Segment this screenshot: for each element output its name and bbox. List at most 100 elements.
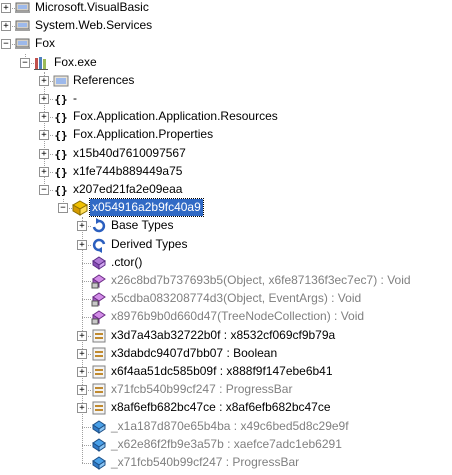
tree-node-label[interactable]: x26c8bd7b737693b5(Object, x6fe87136f3ec7… <box>109 272 413 289</box>
expand-toggle[interactable]: + <box>77 239 87 250</box>
tree-connector-line <box>82 281 91 282</box>
property-icon <box>91 382 107 398</box>
tree-connector-line <box>82 444 91 446</box>
tree-connector-line <box>82 262 91 264</box>
tree-node-label[interactable]: x1fe744b889449a75 <box>71 163 184 180</box>
tree-node-label[interactable]: Fox.Application.Properties <box>71 126 215 143</box>
tree-node[interactable]: + Microsoft.VisualBasic <box>0 0 452 17</box>
namespace-icon: {} <box>54 111 68 125</box>
tree-node[interactable]: + {} x15b40d7610097567 <box>0 145 452 163</box>
tree-node[interactable]: + Derived Types <box>0 236 452 254</box>
collapse-toggle[interactable]: − <box>58 203 68 214</box>
expand-toggle[interactable]: + <box>39 112 49 123</box>
tree-node[interactable]: − Fox.exe <box>0 54 452 72</box>
tree-node[interactable]: + {} x1fe744b889449a75 <box>0 163 452 181</box>
tree-node[interactable]: x5cdba083208774d3(Object, EventArgs) : V… <box>0 290 452 308</box>
tree-node-label[interactable]: _x1a187d870e65b4ba : x49c6bed5d8c29e9f <box>109 418 351 435</box>
tree-node[interactable]: + {} - <box>0 90 452 108</box>
tree-node[interactable]: _x62e86f2fb9e3a57b : xaefce7adc1eb6291 <box>0 436 452 454</box>
tree-node[interactable]: .ctor() <box>0 254 452 272</box>
namespace-icon: {} <box>54 184 68 197</box>
expand-toggle[interactable]: + <box>77 348 87 359</box>
tree-node[interactable]: − Fox <box>0 35 452 53</box>
tree-node-label[interactable]: x054916a2b9fc40a9 <box>89 198 204 218</box>
expand-toggle[interactable]: + <box>39 148 49 159</box>
tree-node-label[interactable]: x207ed21fa2e09eaa <box>71 181 184 198</box>
module-icon <box>34 55 50 71</box>
assembly-tree-view[interactable]: + Microsoft.VisualBasic + System.Web.Servic… <box>0 0 452 470</box>
private-method-icon <box>91 291 107 307</box>
tree-node-label[interactable]: Fox.exe <box>52 54 99 71</box>
tree-node-label[interactable]: System.Web.Services <box>33 17 154 34</box>
expand-toggle[interactable]: + <box>77 403 87 414</box>
property-icon <box>91 364 107 380</box>
tree-node-label[interactable]: x8976b9b0d660d47(TreeNodeCollection) : V… <box>109 308 366 325</box>
expand-toggle[interactable]: + <box>77 385 87 396</box>
namespace-icon: {} <box>54 147 68 161</box>
tree-node[interactable]: + Base Types <box>0 217 452 235</box>
namespace-icon: {} <box>54 93 68 106</box>
tree-node-label[interactable]: x3d7a43ab32722b0f : x8532cf069cf9b79a <box>109 327 337 344</box>
tree-node-label[interactable]: Derived Types <box>109 236 189 253</box>
tree-node-label[interactable]: x3dabdc9407d7bb07 : Boolean <box>109 345 279 362</box>
constructor-method-icon <box>91 255 107 271</box>
tree-node-label[interactable]: Fox.Application.Application.Resources <box>71 108 280 125</box>
tree-node-label[interactable]: References <box>71 72 136 89</box>
tree-node[interactable]: + x3dabdc9407d7bb07 : Boolean <box>0 345 452 363</box>
tree-node-label[interactable]: _x62e86f2fb9e3a57b : xaefce7adc1eb6291 <box>109 436 344 453</box>
expand-toggle[interactable]: + <box>39 166 49 177</box>
property-icon <box>91 328 107 344</box>
tree-node[interactable]: + x3d7a43ab32722b0f : x8532cf069cf9b79a <box>0 327 452 345</box>
tree-node[interactable]: + {} Fox.Application.Application.Resources <box>0 108 452 126</box>
tree-node-label[interactable]: x15b40d7610097567 <box>71 145 188 162</box>
tree-node[interactable]: + System.Web.Services <box>0 17 452 35</box>
tree-node-label[interactable]: x5cdba083208774d3(Object, EventArgs) : V… <box>109 290 363 307</box>
tree-node[interactable]: x26c8bd7b737693b5(Object, x6fe87136f3ec7… <box>0 272 452 290</box>
tree-node-label[interactable]: Fox <box>33 35 57 52</box>
expand-toggle[interactable]: + <box>39 130 49 141</box>
property-icon <box>91 400 107 416</box>
tree-node[interactable]: − x054916a2b9fc40a9 <box>0 198 452 218</box>
expand-toggle[interactable]: + <box>39 75 49 86</box>
field-icon <box>91 419 107 435</box>
private-method-icon <box>91 309 107 325</box>
tree-node-label[interactable]: - <box>71 90 79 107</box>
tree-node-label[interactable]: x71fcb540b99cf247 : ProgressBar <box>109 381 294 398</box>
expand-toggle[interactable]: + <box>77 221 87 232</box>
references-folder-icon <box>53 73 69 89</box>
tree-node-label[interactable]: .ctor() <box>109 254 144 271</box>
assembly-icon <box>15 0 31 16</box>
namespace-icon: {} <box>54 129 68 143</box>
tree-node[interactable]: + x8af6efb682bc47ce : x8af6efb682bc47ce <box>0 399 452 417</box>
base-types-icon <box>91 218 107 234</box>
class-icon <box>71 200 89 217</box>
tree-node[interactable]: _x1a187d870e65b4ba : x49c6bed5d8c29e9f <box>0 418 452 436</box>
tree-node-label[interactable]: Microsoft.VisualBasic <box>33 0 151 16</box>
collapse-toggle[interactable]: − <box>39 185 49 195</box>
field-icon <box>91 437 107 453</box>
tree-node[interactable]: + x6f4aa51dc585b09f : x888f9f147ebe6b41 <box>0 363 452 381</box>
collapse-toggle[interactable]: − <box>1 39 11 50</box>
tree-node-label[interactable]: x8af6efb682bc47ce : x8af6efb682bc47ce <box>109 399 333 416</box>
tree-node[interactable]: _x71fcb540b99cf247 : ProgressBar <box>0 454 452 472</box>
tree-node[interactable]: + {} Fox.Application.Properties <box>0 126 452 144</box>
tree-node-label[interactable]: Base Types <box>109 217 175 234</box>
expand-toggle[interactable]: + <box>77 330 87 341</box>
tree-node-label[interactable]: _x71fcb540b99cf247 : ProgressBar <box>109 454 301 471</box>
tree-connector-line <box>82 299 91 301</box>
derived-types-icon <box>91 237 107 253</box>
tree-connector-line <box>82 426 91 428</box>
property-icon <box>91 346 107 362</box>
expand-toggle[interactable]: + <box>1 3 11 13</box>
tree-node[interactable]: x8976b9b0d660d47(TreeNodeCollection) : V… <box>0 308 452 326</box>
expand-toggle[interactable]: + <box>77 367 87 377</box>
expand-toggle[interactable]: + <box>39 94 49 104</box>
tree-node-label[interactable]: x6f4aa51dc585b09f : x888f9f147ebe6b41 <box>109 363 335 380</box>
assembly-icon <box>15 36 31 52</box>
tree-node[interactable]: + x71fcb540b99cf247 : ProgressBar <box>0 381 452 399</box>
tree-connector-line <box>82 463 91 464</box>
tree-node[interactable]: −{} x207ed21fa2e09eaa <box>0 181 452 199</box>
collapse-toggle[interactable]: − <box>20 57 30 68</box>
tree-node[interactable]: + References <box>0 72 452 90</box>
expand-toggle[interactable]: + <box>1 21 11 32</box>
